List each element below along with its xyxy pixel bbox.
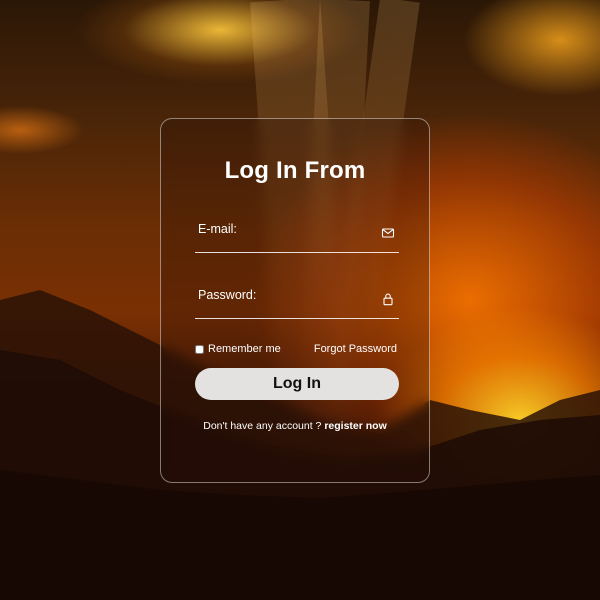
email-field[interactable]: E-mail:: [195, 218, 399, 253]
register-link[interactable]: register now: [324, 420, 386, 432]
lock-icon: [383, 293, 393, 306]
form-title: Log In From: [224, 157, 366, 184]
login-card: Log In From E-mail: Password: Remember m…: [160, 118, 430, 483]
remember-me-label: Remember me: [208, 343, 281, 355]
envelope-icon: [381, 228, 395, 238]
forgot-password-link[interactable]: Forgot Password: [314, 343, 397, 355]
remember-me[interactable]: Remember me: [195, 343, 281, 355]
password-field[interactable]: Password:: [195, 284, 399, 319]
login-button[interactable]: Log In: [195, 368, 399, 400]
email-input[interactable]: [195, 218, 383, 250]
register-prompt: Don't have any account ? register now: [161, 420, 429, 432]
register-prompt-text: Don't have any account ?: [203, 420, 325, 432]
password-input[interactable]: [195, 284, 383, 316]
remember-me-checkbox[interactable]: [195, 344, 204, 354]
